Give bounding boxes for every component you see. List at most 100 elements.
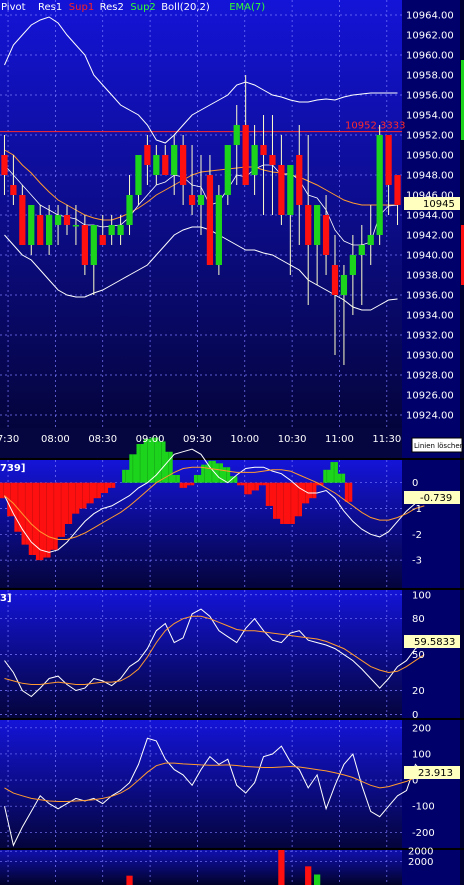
candle-bull — [340, 275, 348, 295]
y-tick-label: 10940.00 — [406, 251, 454, 262]
candle-bear — [37, 215, 44, 245]
osc1-header-label: 739] — [0, 463, 25, 474]
separator — [0, 458, 464, 460]
y-tick-label: 20 — [412, 686, 425, 697]
y-tick-label: -200 — [412, 828, 435, 839]
legend-entry: Boll(20,2) — [161, 2, 210, 13]
y-tick-label: 2000 — [408, 857, 433, 868]
x-tick-label: 10:00 — [230, 434, 259, 445]
candle-bear — [242, 125, 249, 185]
x-tick-label: 09:30 — [183, 434, 212, 445]
price-axis-bg — [402, 0, 464, 458]
x-tick-label: 11:30 — [372, 434, 401, 445]
osc2-value-label: 59.5833 — [414, 637, 455, 648]
candle-bear — [260, 145, 267, 155]
y-tick-label: 2000 — [408, 847, 433, 858]
candle-bull — [117, 225, 124, 235]
pivot-line-label: 10952.3333 — [345, 121, 405, 132]
candle-bear — [99, 235, 106, 245]
y-tick-label: 50 — [412, 650, 425, 661]
osc2-header-label: 3] — [0, 593, 12, 604]
y-tick-label: 10926.00 — [406, 391, 454, 402]
osc3-value-label: 23.913 — [418, 768, 453, 779]
x-tick-label: 08:00 — [41, 434, 70, 445]
y-tick-label: 10948.00 — [406, 171, 454, 182]
candle-bull — [367, 235, 374, 245]
legend-entry: Res2 — [100, 2, 124, 13]
y-tick-label: 10930.00 — [406, 351, 454, 362]
candle-bear — [19, 195, 26, 245]
y-tick-label: 10942.00 — [406, 231, 454, 242]
y-tick-label: 10952.00 — [406, 131, 454, 142]
y-tick-label: 10944.00 — [406, 211, 454, 222]
y-tick-label: 80 — [412, 614, 425, 625]
candle-bull — [153, 155, 160, 175]
y-tick-label: 0 — [412, 710, 418, 721]
legend-entry: EMA(7) — [229, 2, 265, 13]
candle-bear — [296, 155, 303, 205]
volume-panel-bg — [0, 850, 402, 885]
x-tick-label: 7:30 — [0, 434, 19, 445]
candle-bear — [144, 145, 151, 165]
volume-bar — [314, 874, 321, 885]
y-tick-label: 10954.00 — [406, 111, 454, 122]
y-tick-label: 10958.00 — [406, 71, 454, 82]
volume-bar — [126, 875, 133, 885]
candle-bull — [215, 195, 222, 265]
candle-bear — [1, 155, 8, 175]
candle-bear — [331, 265, 339, 295]
candle-bull — [358, 245, 365, 255]
separator — [0, 718, 464, 720]
candle-bull — [135, 155, 142, 195]
y-tick-label: 100 — [412, 749, 431, 760]
candle-bull — [349, 255, 356, 275]
candle-bear — [394, 175, 401, 205]
y-tick-label: 10950.00 — [406, 151, 454, 162]
last-price-label: 10945 — [423, 199, 455, 210]
candle-bear — [162, 155, 169, 175]
chart-window: 7:30 08:00 08:30 09:00 09:30 10:00 10:30 11:00 1… — [0, 0, 464, 885]
volume-bar — [278, 850, 285, 885]
legend-entry: Res1 — [38, 2, 62, 13]
candle-bull — [90, 225, 97, 265]
candle-bull — [376, 135, 383, 235]
legend-entry: Sup2 — [130, 2, 155, 13]
y-tick-label: 10936.00 — [406, 291, 454, 302]
candle-bull — [171, 145, 178, 175]
candle-bear — [188, 195, 196, 205]
candle-bear — [10, 185, 17, 195]
candle-bull — [287, 165, 294, 215]
candle-bull — [126, 195, 133, 225]
osc3-panel-bg — [0, 720, 402, 848]
y-tick-label: 10964.00 — [406, 11, 454, 22]
y-tick-label: 0 — [412, 478, 418, 489]
legend-entry: Sup1 — [69, 2, 94, 13]
y-tick-label: 10956.00 — [406, 91, 454, 102]
y-tick-label: 10928.00 — [406, 371, 454, 382]
candle-bear — [63, 215, 71, 225]
candle-bull — [233, 125, 240, 145]
y-tick-label: 100 — [412, 590, 431, 601]
y-tick-label: 10960.00 — [406, 51, 454, 62]
x-tick-label: 10:30 — [278, 434, 307, 445]
x-tick-label: 11:00 — [325, 434, 354, 445]
candle-bear — [206, 175, 214, 265]
y-tick-label: -2 — [412, 530, 422, 541]
candle-bull — [314, 205, 321, 245]
osc1-value-label: -0.739 — [420, 493, 452, 504]
y-tick-label: -1 — [412, 504, 422, 515]
candle-bull — [224, 145, 231, 195]
candle-bull — [251, 145, 258, 175]
x-tick-label: 08:30 — [88, 434, 117, 445]
separator — [0, 588, 464, 590]
candle-bear — [180, 145, 187, 185]
y-tick-label: 10962.00 — [406, 31, 454, 42]
y-tick-label: 10932.00 — [406, 331, 454, 342]
candle-bear — [278, 165, 285, 215]
legend-entry: Pivot — [1, 2, 26, 13]
chart-svg[interactable]: 7:30 08:00 08:30 09:00 09:30 10:00 10:30 11:00 1… — [0, 0, 464, 885]
candle-bull — [197, 195, 205, 205]
candle-bear — [385, 135, 392, 185]
candle-bull — [108, 225, 115, 235]
candle-bear — [269, 155, 276, 165]
